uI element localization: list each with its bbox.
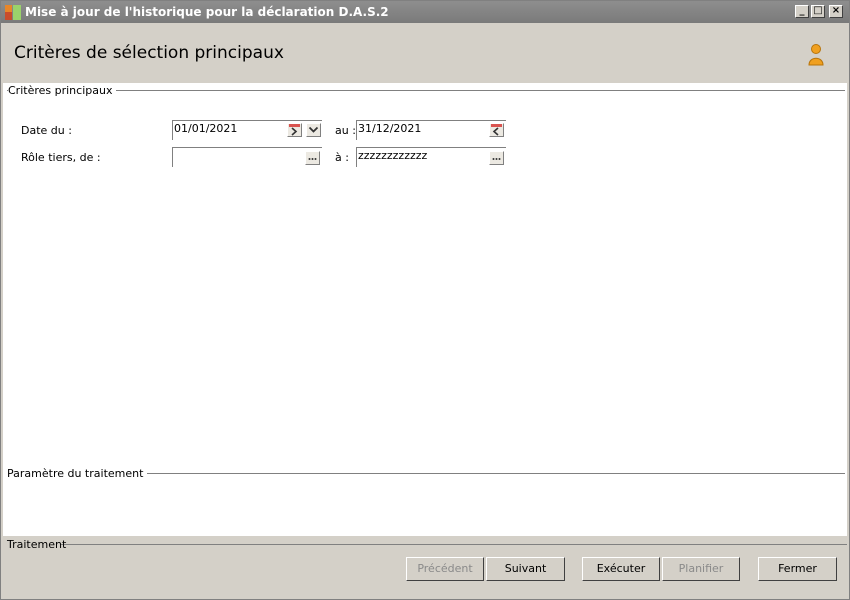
- main-window: Mise à jour de l'historique pour la décl…: [0, 0, 850, 600]
- role-from-field[interactable]: [172, 147, 322, 167]
- date-from-value: 01/01/2021: [174, 122, 238, 135]
- user-icon: [808, 44, 824, 66]
- previous-button[interactable]: Précédent: [406, 557, 484, 581]
- group-label-main-criteria: Critères principaux: [8, 84, 117, 97]
- next-button[interactable]: Suivant: [486, 557, 565, 581]
- date-dropdown-button[interactable]: [306, 123, 321, 137]
- role-from-browse-button[interactable]: [305, 151, 320, 165]
- close-button[interactable]: ×: [829, 5, 843, 18]
- role-to-field[interactable]: zzzzzzzzzzzz: [356, 147, 506, 167]
- maximize-button[interactable]: □: [811, 5, 825, 18]
- app-icon: [5, 5, 21, 20]
- role-from-label: Rôle tiers, de :: [21, 151, 101, 164]
- group-divider: [7, 90, 845, 91]
- close-form-button[interactable]: Fermer: [758, 557, 837, 581]
- group-label-processing-params: Paramètre du traitement: [7, 467, 148, 480]
- date-to-field[interactable]: 31/12/2021: [356, 120, 506, 140]
- date-from-label: Date du :: [21, 124, 72, 137]
- role-to-value: zzzzzzzzzzzz: [358, 149, 428, 162]
- date-to-label: au :: [335, 124, 356, 137]
- calendar-prev-icon: [491, 124, 502, 136]
- date-to-value: 31/12/2021: [358, 122, 422, 135]
- main-criteria-panel: Critères principaux Date du : 01/01/2021…: [3, 83, 847, 463]
- footer-label: Traitement: [7, 538, 67, 551]
- calendar-next-button[interactable]: [287, 123, 302, 137]
- processing-params-panel: Paramètre du traitement: [3, 463, 847, 536]
- schedule-button[interactable]: Planifier: [662, 557, 740, 581]
- role-to-label: à :: [335, 151, 349, 164]
- execute-button[interactable]: Exécuter: [582, 557, 660, 581]
- header: Critères de sélection principaux: [1, 23, 849, 83]
- ellipsis-icon: [308, 158, 317, 160]
- maximize-icon: □: [813, 5, 823, 16]
- page-title: Critères de sélection principaux: [14, 43, 284, 63]
- close-icon: ×: [831, 5, 841, 16]
- title-bar[interactable]: Mise à jour de l'historique pour la décl…: [1, 1, 849, 23]
- window-title: Mise à jour de l'historique pour la décl…: [25, 5, 389, 19]
- role-to-browse-button[interactable]: [489, 151, 504, 165]
- minimize-button[interactable]: _: [795, 5, 809, 18]
- calendar-prev-button[interactable]: [489, 123, 504, 137]
- minimize-icon: _: [799, 5, 805, 16]
- ellipsis-icon: [492, 158, 501, 160]
- chevron-down-icon: [308, 126, 319, 133]
- calendar-next-icon: [289, 124, 300, 136]
- footer-divider: [61, 544, 847, 545]
